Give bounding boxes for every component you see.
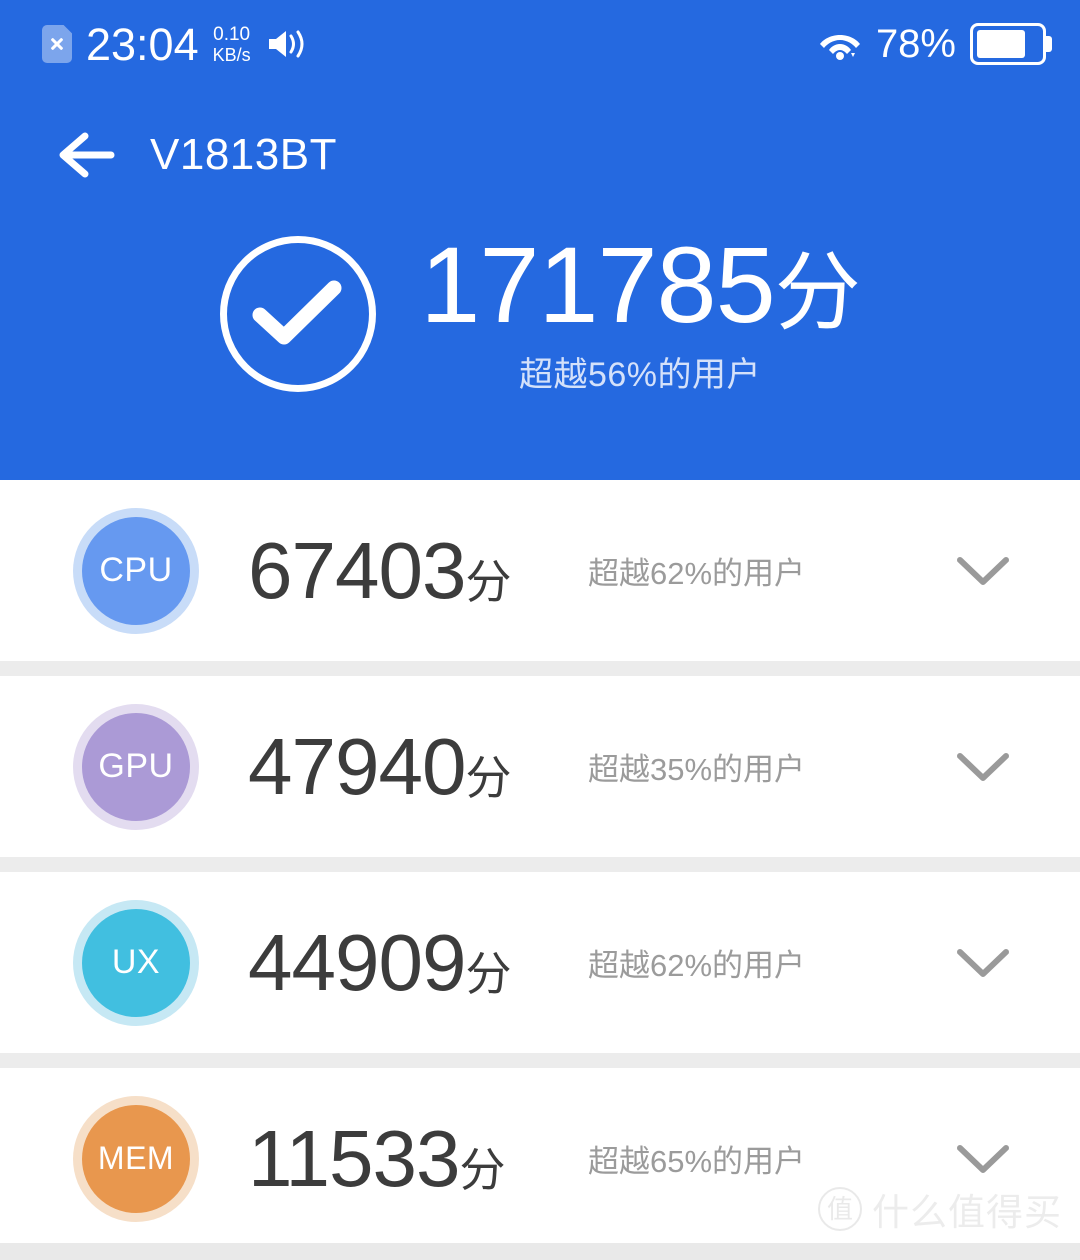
row-score-mem: 11533分 bbox=[248, 1118, 548, 1199]
check-circle-icon bbox=[220, 236, 377, 392]
battery-percent: 78% bbox=[875, 21, 956, 66]
row-score-unit: 分 bbox=[465, 555, 511, 608]
app-root: 23:04 0.10 KB/s 78% V1813BT 171785分 超越56… bbox=[0, 0, 1080, 1260]
back-button[interactable] bbox=[38, 107, 134, 203]
watermark-text: 什么值得买 bbox=[872, 1192, 1062, 1233]
total-score-value: 171785 bbox=[420, 224, 775, 345]
row-score-unit: 分 bbox=[465, 947, 511, 1000]
badge-label: CPU bbox=[99, 551, 173, 589]
status-bar-clock: 23:04 bbox=[86, 18, 199, 70]
badge-ux: UX bbox=[73, 899, 199, 1026]
row-score-gpu: 47940分 bbox=[248, 726, 548, 807]
wifi-icon bbox=[818, 26, 862, 62]
total-score-unit: 分 bbox=[774, 245, 861, 341]
row-score-unit: 分 bbox=[465, 751, 511, 804]
badge-label: GPU bbox=[98, 747, 174, 785]
row-score-unit: 分 bbox=[459, 1143, 506, 1196]
score-row-gpu[interactable]: GPU 47940分 超越35%的用户 bbox=[0, 676, 1080, 857]
row-score-value: 47940 bbox=[248, 721, 466, 811]
total-score-block: 171785分 超越56%的用户 bbox=[0, 228, 1080, 396]
chevron-down-icon[interactable] bbox=[952, 941, 1014, 985]
status-bar: 23:04 0.10 KB/s 78% bbox=[0, 0, 1080, 88]
score-row-ux[interactable]: UX 44909分 超越62%的用户 bbox=[0, 872, 1080, 1053]
row-score-value: 44909 bbox=[248, 917, 466, 1007]
status-bar-right: 78% bbox=[818, 22, 1046, 67]
volume-mute-icon bbox=[267, 27, 305, 61]
network-speed: 0.10 KB/s bbox=[213, 25, 251, 64]
chevron-down-icon[interactable] bbox=[952, 745, 1014, 789]
row-score-value: 11533 bbox=[248, 1113, 461, 1203]
arrow-left-icon bbox=[59, 132, 115, 178]
watermark: 值 什么值得买 bbox=[818, 1182, 1062, 1236]
status-bar-left: 23:04 0.10 KB/s bbox=[42, 22, 305, 67]
row-score-ux: 44909分 bbox=[248, 922, 548, 1003]
badge-label: UX bbox=[111, 943, 161, 981]
total-score-value-row: 171785分 bbox=[420, 228, 861, 341]
page-title: V1813BT bbox=[150, 130, 337, 179]
row-percentile-cpu: 超越62%的用户 bbox=[588, 556, 806, 591]
chevron-down-icon[interactable] bbox=[952, 549, 1014, 593]
hero-header: 23:04 0.10 KB/s 78% V1813BT 171785分 超越56… bbox=[0, 0, 1080, 480]
badge-mem: MEM bbox=[73, 1095, 199, 1222]
score-breakdown-list: CPU 67403分 超越62%的用户 GPU 47940分 超越35%的用户 bbox=[0, 480, 1080, 1249]
row-percentile-mem: 超越65%的用户 bbox=[588, 1144, 806, 1179]
bottom-band bbox=[0, 1243, 1080, 1260]
row-separator bbox=[0, 857, 1080, 872]
row-separator bbox=[0, 661, 1080, 676]
sim-card-x-icon bbox=[42, 25, 72, 63]
badge-gpu: GPU bbox=[73, 703, 199, 830]
row-score-cpu: 67403分 bbox=[248, 530, 548, 611]
row-separator bbox=[0, 1053, 1080, 1068]
score-row-cpu[interactable]: CPU 67403分 超越62%的用户 bbox=[0, 480, 1080, 661]
battery-icon bbox=[970, 23, 1046, 65]
network-speed-unit: KB/s bbox=[212, 44, 251, 65]
row-score-value: 67403 bbox=[248, 525, 466, 615]
row-percentile-ux: 超越62%的用户 bbox=[588, 948, 806, 983]
title-bar: V1813BT bbox=[0, 100, 1080, 210]
network-speed-value: 0.10 bbox=[213, 23, 251, 45]
chevron-down-icon[interactable] bbox=[952, 1137, 1014, 1181]
total-score-texts: 171785分 超越56%的用户 bbox=[420, 228, 861, 396]
badge-label: MEM bbox=[97, 1140, 175, 1176]
total-score-percentile: 超越56%的用户 bbox=[518, 356, 762, 395]
row-percentile-gpu: 超越35%的用户 bbox=[588, 752, 806, 787]
smzdm-logo-icon: 值 bbox=[818, 1187, 862, 1231]
badge-cpu: CPU bbox=[73, 507, 199, 634]
